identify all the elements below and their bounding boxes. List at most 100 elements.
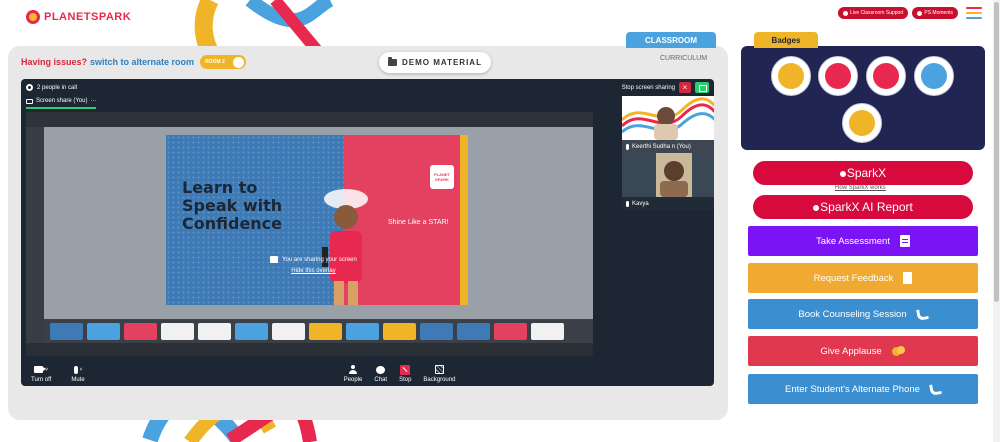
hamburger-icon[interactable]: [966, 7, 982, 19]
more-options-icon[interactable]: ···: [90, 98, 96, 104]
slide-thumbnail[interactable]: [124, 322, 157, 340]
sharing-overlay: You are sharing your screen Hide this ov…: [270, 256, 357, 274]
toggle-knob: [233, 56, 245, 68]
camera-toggle-button[interactable]: ˅ Turn off: [31, 365, 51, 383]
badges-panel: [741, 46, 985, 150]
call-topbar: 2 people in call Stop screen sharing ×: [21, 79, 714, 96]
chevron-down-icon[interactable]: ˅: [80, 367, 83, 373]
slide-thumbnail[interactable]: [161, 322, 194, 340]
slide-thumbnail[interactable]: [457, 322, 490, 340]
people-count-label: 2 people in call: [37, 84, 78, 91]
ps-moments-button[interactable]: PS Moments: [912, 7, 958, 19]
camera-icon: [34, 366, 47, 373]
participant-tile[interactable]: Kavya: [622, 153, 714, 210]
shared-screen-canvas: Learn to Speak with Confidence Shine Lik…: [44, 127, 593, 319]
support-icon: [843, 10, 849, 16]
stop-sharing-button[interactable]: ×: [679, 82, 691, 93]
sparkx-button[interactable]: SparkX: [753, 161, 973, 185]
document-icon: [903, 272, 913, 284]
badge-star[interactable]: [866, 56, 906, 96]
live-support-label: Live Classroom Support: [850, 10, 904, 16]
slide-thumbnail[interactable]: [531, 322, 564, 340]
logo-icon: [26, 10, 40, 24]
idea-icon: [921, 63, 947, 89]
badge-reader[interactable]: [818, 56, 858, 96]
mute-button[interactable]: ˅ Mute: [71, 365, 85, 383]
tab-curriculum[interactable]: CURRICULUM: [660, 55, 707, 62]
logo-text: PLANETSPARK: [44, 11, 132, 23]
slide-thumbnail[interactable]: [235, 322, 268, 340]
alternate-room-bar: Having issues? switch to alternate room …: [21, 55, 247, 69]
classroom-panel: Having issues? switch to alternate room …: [8, 46, 728, 420]
how-sparkx-link[interactable]: How SparkX works: [835, 185, 886, 191]
stop-share-icon: [400, 364, 411, 375]
planetspark-logo[interactable]: PLANETSPARK: [26, 10, 131, 24]
badge-idea[interactable]: [914, 56, 954, 96]
child-illustration: [322, 189, 368, 305]
overlay-title-row: You are sharing your screen: [270, 256, 357, 263]
turn-off-label: Turn off: [31, 377, 52, 383]
slide-thumbnail[interactable]: [346, 322, 379, 340]
alternate-phone-button[interactable]: Enter Student's Alternate Phone: [748, 374, 978, 404]
give-applause-label: Give Applause: [820, 345, 882, 357]
participant-name: Kavya: [632, 200, 649, 207]
slide-thumbnails: [44, 319, 593, 343]
speaker-icon: [849, 110, 875, 136]
slide-thumbnail[interactable]: [198, 322, 231, 340]
take-assessment-button[interactable]: Take Assessment: [748, 226, 978, 256]
slide-thumbnail[interactable]: [50, 322, 83, 340]
badge-trophy[interactable]: [771, 56, 811, 96]
badge-speaker[interactable]: [842, 103, 882, 143]
alternate-phone-label: Enter Student's Alternate Phone: [785, 383, 920, 395]
stop-sharing-area: Stop screen sharing ×: [622, 82, 709, 93]
slide-tagline: Shine Like a STAR!: [388, 219, 449, 226]
page-scrollbar[interactable]: [993, 0, 1000, 442]
chat-button[interactable]: Chat: [374, 365, 387, 383]
slide-thumbnail[interactable]: [383, 322, 416, 340]
clipboard-icon: [899, 235, 910, 247]
take-assessment-label: Take Assessment: [816, 235, 890, 247]
popout-icon[interactable]: [695, 82, 709, 93]
phone-icon: [929, 382, 942, 396]
scrollbar-thumb[interactable]: [994, 2, 999, 302]
give-applause-button[interactable]: Give Applause: [748, 336, 978, 366]
presentation-slide: Learn to Speak with Confidence Shine Lik…: [166, 135, 468, 305]
people-button[interactable]: People: [343, 365, 363, 383]
star-icon: [873, 63, 899, 89]
slide-thumbnail[interactable]: [87, 322, 120, 340]
screen-share-tab[interactable]: Screen share (You) ···: [26, 98, 97, 109]
tab-classroom[interactable]: CLASSROOM: [626, 32, 716, 48]
sparkx-ai-report-button[interactable]: SparkX AI Report: [753, 195, 973, 219]
demo-material-label: DEMO MATERIAL: [402, 58, 482, 67]
people-label: People: [343, 377, 363, 383]
background-label: Background: [423, 377, 456, 383]
chat-icon: [376, 365, 386, 374]
slide-thumbnail[interactable]: [494, 322, 527, 340]
slide-thumbnail[interactable]: [420, 322, 453, 340]
participant-name-bar: Keerthi Sudha n (You): [622, 140, 714, 153]
switch-room-link[interactable]: switch to alternate room: [90, 57, 194, 67]
room-toggle[interactable]: ROOM 2: [200, 55, 247, 69]
gear-icon[interactable]: [26, 84, 33, 91]
background-button[interactable]: Background: [423, 365, 455, 383]
slide-thumbnail[interactable]: [309, 322, 342, 340]
folder-icon: [388, 57, 398, 66]
sparkx-label: SparkX: [846, 166, 887, 180]
stop-share-control-button[interactable]: Stop: [399, 364, 411, 383]
demo-material-button[interactable]: DEMO MATERIAL: [379, 52, 491, 73]
header-actions: Live Classroom Support PS Moments: [838, 7, 982, 19]
book-counseling-button[interactable]: Book Counseling Session: [748, 299, 978, 329]
camera-icon: [917, 10, 923, 16]
phone-icon: [915, 307, 929, 321]
chat-label: Chat: [374, 377, 388, 383]
hide-overlay-link[interactable]: Hide this overlay: [291, 268, 335, 274]
slide-thumbnail[interactable]: [272, 322, 305, 340]
microphone-icon: [73, 365, 78, 374]
participant-tile[interactable]: Keerthi Sudha n (You): [622, 96, 714, 153]
stop-sharing-label: Stop screen sharing: [621, 84, 675, 91]
shared-screen-topbar: [26, 112, 593, 127]
reader-icon: [825, 63, 851, 89]
participant-name-bar: Kavya: [622, 197, 714, 210]
request-feedback-button[interactable]: Request Feedback: [748, 263, 978, 293]
live-support-button[interactable]: Live Classroom Support: [838, 7, 909, 19]
